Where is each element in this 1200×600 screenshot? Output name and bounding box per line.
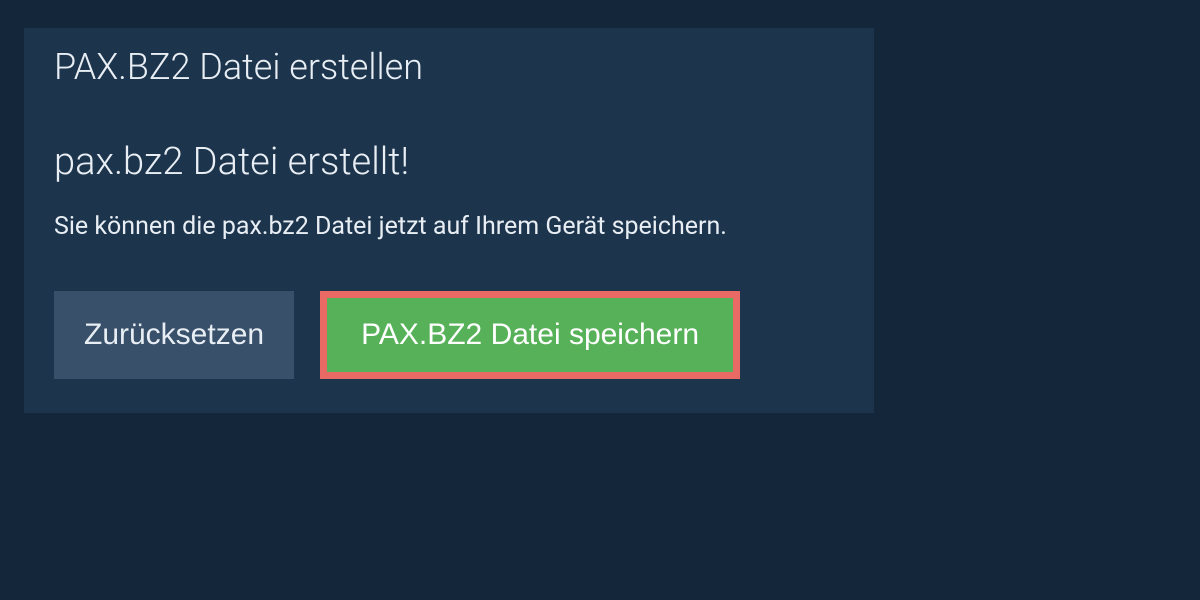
tab-create-file[interactable]: PAX.BZ2 Datei erstellen — [24, 28, 453, 112]
tab-label: PAX.BZ2 Datei erstellen — [54, 46, 423, 88]
save-button-label: PAX.BZ2 Datei speichern — [361, 318, 699, 352]
reset-button-label: Zurücksetzen — [84, 318, 264, 352]
status-heading: pax.bz2 Datei erstellt! — [54, 140, 844, 184]
button-row: Zurücksetzen PAX.BZ2 Datei speichern — [54, 291, 844, 379]
status-description: Sie können die pax.bz2 Datei jetzt auf I… — [54, 212, 844, 241]
save-file-button[interactable]: PAX.BZ2 Datei speichern — [327, 298, 733, 372]
dialog-panel: PAX.BZ2 Datei erstellen pax.bz2 Datei er… — [24, 28, 874, 413]
save-button-highlight: PAX.BZ2 Datei speichern — [320, 291, 740, 379]
dialog-content: pax.bz2 Datei erstellt! Sie können die p… — [24, 112, 874, 413]
reset-button[interactable]: Zurücksetzen — [54, 291, 294, 379]
